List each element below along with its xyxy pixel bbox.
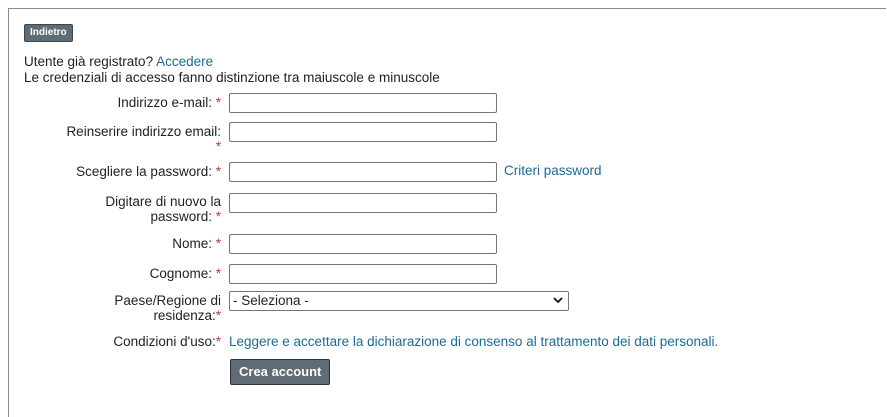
required-mark: *	[215, 236, 221, 251]
required-mark: *	[215, 95, 221, 110]
registered-text: Utente già registrato?	[24, 54, 154, 69]
required-mark: *	[215, 266, 221, 281]
required-mark: *	[215, 164, 221, 179]
password-criteria-link[interactable]: Criteri password	[504, 163, 602, 178]
back-button[interactable]: Indietro	[24, 24, 73, 42]
password-label: Scegliere la password: *	[76, 164, 221, 179]
last-name-field[interactable]	[229, 264, 497, 284]
chevron-down-icon	[553, 297, 563, 304]
required-mark: *	[215, 334, 221, 349]
email-field[interactable]	[229, 93, 497, 113]
email-confirm-field[interactable]	[229, 122, 497, 142]
required-mark: *	[215, 209, 221, 224]
create-account-button[interactable]: Crea account	[230, 359, 331, 385]
email-confirm-label: Reinserire indirizzo email: *	[66, 124, 221, 154]
password-confirm-label: Digitare di nuovo la password: *	[105, 194, 221, 224]
terms-label: Condizioni d'uso:*	[113, 334, 221, 349]
email-label: Indirizzo e-mail: *	[117, 95, 221, 110]
login-link[interactable]: Accedere	[156, 54, 213, 69]
login-prompt: Utente già registrato? Accedere	[24, 54, 213, 69]
required-mark: *	[215, 139, 221, 154]
last-name-label: Cognome: *	[149, 266, 221, 281]
password-field[interactable]	[229, 162, 497, 182]
required-mark: *	[215, 308, 221, 323]
terms-consent-link[interactable]: Leggere e accettare la dichiarazione di …	[229, 334, 718, 349]
country-selected-value: - Seleziona -	[233, 293, 309, 308]
first-name-field[interactable]	[229, 234, 497, 254]
country-select[interactable]: - Seleziona -	[229, 291, 569, 311]
country-label: Paese/Regione di residenza:*	[114, 293, 221, 323]
case-note: Le credenziali di accesso fanno distinzi…	[24, 70, 440, 85]
first-name-label: Nome: *	[172, 236, 221, 251]
password-confirm-field[interactable]	[229, 193, 497, 213]
